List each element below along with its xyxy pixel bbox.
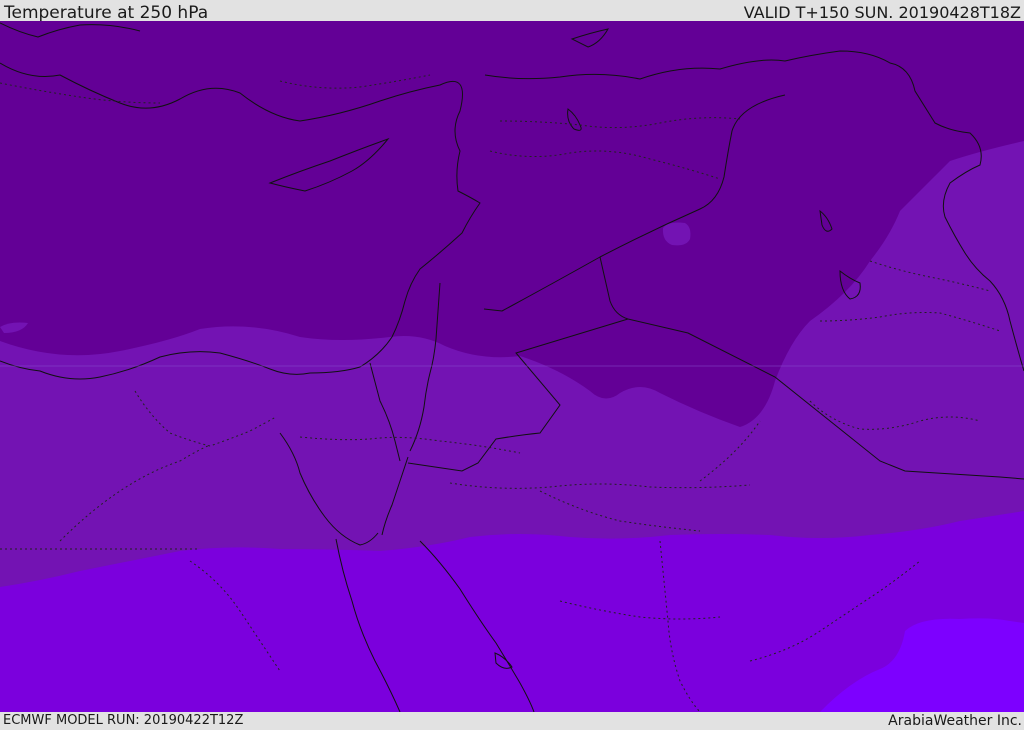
header-bar: Temperature at 250 hPa VALID T+150 SUN. …	[0, 0, 1024, 23]
model-run: ECMWF MODEL RUN: 20190422T12Z	[3, 713, 244, 728]
valid-time: VALID T+150 SUN. 20190428T18Z	[743, 3, 1021, 22]
temperature-map[interactable]	[0, 21, 1024, 712]
footer-bar: ECMWF MODEL RUN: 20190422T12Z ArabiaWeat…	[0, 712, 1024, 729]
map-canvas	[0, 21, 1024, 712]
credit-label: ArabiaWeather Inc.	[888, 713, 1022, 729]
map-title: Temperature at 250 hPa	[4, 3, 209, 23]
